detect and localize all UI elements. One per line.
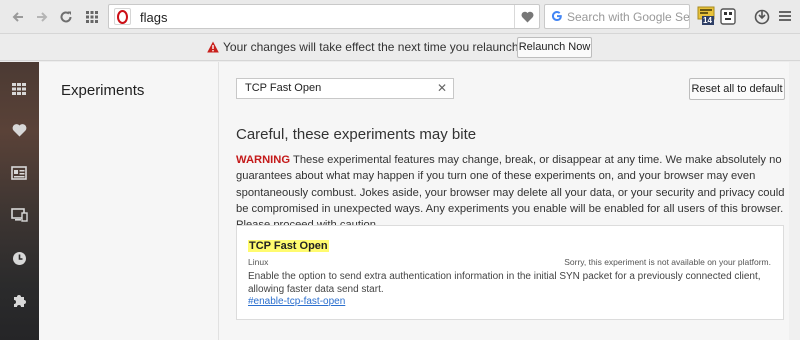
experiment-title: TCP Fast Open bbox=[248, 240, 329, 252]
left-panel: Experiments bbox=[39, 62, 219, 340]
bookmark-heart-icon[interactable] bbox=[514, 5, 539, 28]
back-icon[interactable] bbox=[8, 7, 28, 27]
bookmarks-heart-icon[interactable] bbox=[10, 121, 28, 139]
news-icon[interactable] bbox=[10, 164, 28, 182]
extension-badge-icon[interactable]: 14 bbox=[697, 6, 715, 26]
warning-label: WARNING bbox=[236, 154, 291, 166]
address-text: flags bbox=[140, 10, 168, 25]
experiment-anchor-link[interactable]: #enable-tcp-fast-open bbox=[248, 296, 345, 307]
scrollbar[interactable] bbox=[789, 62, 800, 340]
experiment-search-input[interactable]: TCP Fast Open ✕ bbox=[236, 78, 454, 99]
opera-logo-icon bbox=[114, 8, 131, 25]
warning-icon bbox=[207, 41, 219, 53]
experiment-card: TCP Fast Open Linux Sorry, this experime… bbox=[236, 225, 784, 320]
menu-icon[interactable] bbox=[777, 6, 795, 26]
notification-message: Your changes will take effect the next t… bbox=[223, 40, 559, 54]
extension-badge-count: 14 bbox=[703, 16, 712, 25]
relaunch-notification-bar: Your changes will take effect the next t… bbox=[0, 34, 800, 61]
main-content: TCP Fast Open ✕ Reset all to default Car… bbox=[219, 62, 800, 340]
extensions-puzzle-icon[interactable] bbox=[10, 291, 28, 309]
browser-toolbar: flags Search with Google Se... 14 bbox=[0, 0, 800, 34]
sidebar bbox=[0, 62, 39, 340]
search-field[interactable]: Search with Google Se... bbox=[544, 4, 690, 29]
google-icon bbox=[551, 10, 563, 25]
tabs-devices-icon[interactable] bbox=[10, 206, 28, 224]
page-title: Experiments bbox=[61, 82, 145, 99]
search-input-value: TCP Fast Open bbox=[245, 82, 322, 94]
search-placeholder: Search with Google Se... bbox=[567, 10, 690, 24]
address-bar[interactable]: flags bbox=[108, 4, 540, 29]
clear-search-icon[interactable]: ✕ bbox=[437, 81, 447, 95]
relaunch-now-button[interactable]: Relaunch Now bbox=[517, 37, 592, 58]
experiment-description: Enable the option to send extra authenti… bbox=[248, 271, 761, 295]
reload-icon[interactable] bbox=[56, 7, 76, 27]
forward-icon[interactable] bbox=[32, 7, 52, 27]
history-clock-icon[interactable] bbox=[10, 249, 28, 267]
reset-all-button[interactable]: Reset all to default bbox=[689, 78, 785, 100]
download-icon[interactable] bbox=[753, 6, 771, 26]
experiment-unavailable-note: Sorry, this experiment is not available … bbox=[564, 257, 771, 267]
warning-heading: Careful, these experiments may bite bbox=[236, 126, 477, 143]
speed-dial-grid-icon[interactable] bbox=[82, 7, 102, 27]
extension-icon[interactable] bbox=[720, 6, 738, 26]
warning-paragraph: WARNING These experimental features may … bbox=[236, 152, 788, 233]
speed-dial-icon[interactable] bbox=[10, 80, 28, 98]
experiment-platform: Linux bbox=[248, 257, 269, 267]
warning-text: These experimental features may change, … bbox=[236, 154, 785, 231]
